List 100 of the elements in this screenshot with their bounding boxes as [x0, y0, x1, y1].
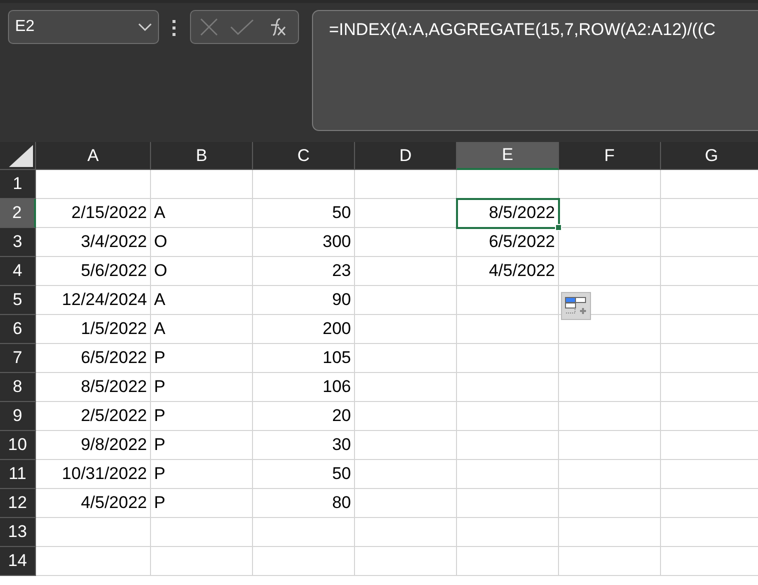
table-cell[interactable]: [457, 373, 559, 402]
row-header[interactable]: 7: [0, 344, 36, 373]
table-cell[interactable]: [253, 170, 355, 199]
table-cell[interactable]: [355, 489, 457, 518]
column-header[interactable]: G: [661, 142, 758, 170]
table-cell[interactable]: O: [151, 228, 253, 257]
table-cell[interactable]: [559, 460, 661, 489]
table-cell[interactable]: 106: [253, 373, 355, 402]
row-header[interactable]: 14: [0, 547, 36, 576]
row-header[interactable]: 2: [0, 199, 36, 228]
column-header[interactable]: E: [457, 142, 559, 170]
table-cell[interactable]: P: [151, 344, 253, 373]
table-cell[interactable]: [151, 518, 253, 547]
table-cell[interactable]: [36, 170, 151, 199]
table-cell[interactable]: 1/5/2022: [36, 315, 151, 344]
table-cell[interactable]: [457, 402, 559, 431]
formula-bar[interactable]: =INDEX(A:A,AGGREGATE(15,7,ROW(A2:A12)/((C: [312, 10, 758, 131]
table-cell[interactable]: 50: [253, 460, 355, 489]
table-cell[interactable]: [559, 518, 661, 547]
name-box[interactable]: E2: [8, 10, 159, 44]
table-cell[interactable]: 6/5/2022: [36, 344, 151, 373]
table-cell[interactable]: P: [151, 431, 253, 460]
table-cell[interactable]: 200: [253, 315, 355, 344]
table-cell[interactable]: P: [151, 373, 253, 402]
select-all-icon[interactable]: [9, 145, 33, 167]
table-cell[interactable]: 6/5/2022: [457, 228, 559, 257]
column-header[interactable]: C: [253, 142, 355, 170]
table-cell[interactable]: 105: [253, 344, 355, 373]
table-cell[interactable]: [355, 228, 457, 257]
table-cell[interactable]: 3/4/2022: [36, 228, 151, 257]
table-cell[interactable]: [36, 518, 151, 547]
table-cell[interactable]: [355, 460, 457, 489]
table-cell[interactable]: [151, 547, 253, 576]
table-cell[interactable]: [559, 257, 661, 286]
row-header[interactable]: 5: [0, 286, 36, 315]
cancel-icon[interactable]: [199, 17, 219, 37]
row-header[interactable]: 13: [0, 518, 36, 547]
table-cell[interactable]: [457, 344, 559, 373]
more-options-icon[interactable]: [172, 20, 176, 36]
table-cell[interactable]: O: [151, 257, 253, 286]
table-cell[interactable]: [559, 489, 661, 518]
table-cell[interactable]: [457, 460, 559, 489]
table-cell[interactable]: [457, 315, 559, 344]
table-cell[interactable]: P: [151, 402, 253, 431]
table-cell[interactable]: [457, 286, 559, 315]
table-cell[interactable]: 50: [253, 199, 355, 228]
table-cell[interactable]: [151, 170, 253, 199]
row-header[interactable]: 6: [0, 315, 36, 344]
paste-options-menu[interactable]: [561, 292, 591, 320]
row-header[interactable]: 1: [0, 170, 36, 199]
table-cell[interactable]: [355, 257, 457, 286]
table-cell[interactable]: 300: [253, 228, 355, 257]
table-cell[interactable]: 8/5/2022: [36, 373, 151, 402]
table-cell[interactable]: [355, 373, 457, 402]
table-cell[interactable]: P: [151, 460, 253, 489]
table-cell[interactable]: [355, 547, 457, 576]
table-cell[interactable]: [355, 286, 457, 315]
table-cell[interactable]: 2/15/2022: [36, 199, 151, 228]
table-cell[interactable]: 90: [253, 286, 355, 315]
table-cell[interactable]: 10/31/2022: [36, 460, 151, 489]
table-cell[interactable]: P: [151, 489, 253, 518]
table-cell[interactable]: [559, 344, 661, 373]
table-cell[interactable]: [559, 170, 661, 199]
row-header[interactable]: 9: [0, 402, 36, 431]
checkmark-icon[interactable]: [230, 19, 254, 35]
table-cell[interactable]: [355, 170, 457, 199]
column-header[interactable]: F: [559, 142, 661, 170]
column-header[interactable]: B: [151, 142, 253, 170]
table-cell[interactable]: [457, 489, 559, 518]
table-cell[interactable]: 23: [253, 257, 355, 286]
table-cell[interactable]: [355, 315, 457, 344]
table-cell[interactable]: [457, 547, 559, 576]
column-header[interactable]: D: [355, 142, 457, 170]
table-cell[interactable]: [559, 547, 661, 576]
row-header[interactable]: 3: [0, 228, 36, 257]
table-cell[interactable]: [253, 547, 355, 576]
table-cell[interactable]: [457, 518, 559, 547]
table-cell[interactable]: A: [151, 286, 253, 315]
table-cell[interactable]: 4/5/2022: [457, 257, 559, 286]
table-cell[interactable]: A: [151, 315, 253, 344]
table-cell[interactable]: 4/5/2022: [36, 489, 151, 518]
table-cell[interactable]: [457, 431, 559, 460]
table-cell[interactable]: 20: [253, 402, 355, 431]
table-cell[interactable]: [559, 431, 661, 460]
table-cell[interactable]: [355, 518, 457, 547]
table-cell[interactable]: 2/5/2022: [36, 402, 151, 431]
table-cell[interactable]: [355, 344, 457, 373]
table-cell[interactable]: [559, 373, 661, 402]
table-cell[interactable]: 30: [253, 431, 355, 460]
row-header[interactable]: 11: [0, 460, 36, 489]
table-cell[interactable]: 8/5/2022: [457, 199, 559, 228]
row-header[interactable]: 12: [0, 489, 36, 518]
table-cell[interactable]: A: [151, 199, 253, 228]
column-header[interactable]: A: [36, 142, 151, 170]
table-cell[interactable]: [559, 228, 661, 257]
table-cell[interactable]: [559, 402, 661, 431]
row-header[interactable]: 4: [0, 257, 36, 286]
row-header[interactable]: 10: [0, 431, 36, 460]
row-header[interactable]: 8: [0, 373, 36, 402]
table-cell[interactable]: [559, 199, 661, 228]
